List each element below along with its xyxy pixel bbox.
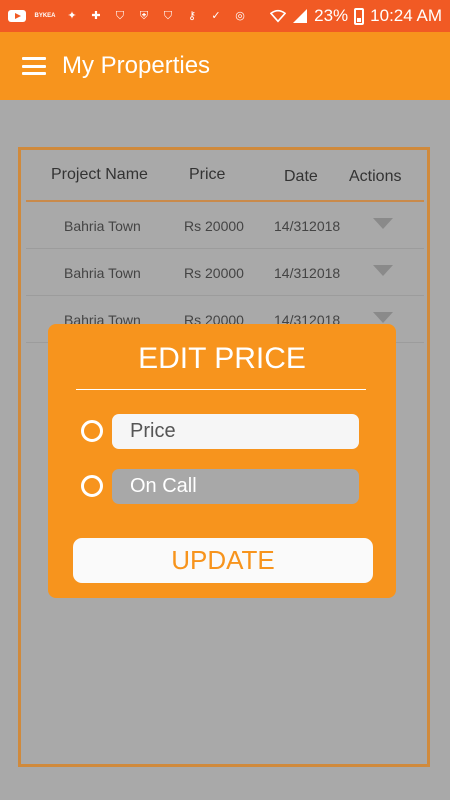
check-icon: ✓ [211, 9, 221, 22]
cell-date: 14/312018 [274, 218, 341, 234]
table-row: Bahria Town Rs 20000 14/312018 [26, 249, 424, 296]
signal-icon [292, 8, 308, 24]
row-actions-dropdown-icon[interactable] [373, 312, 393, 323]
status-bar: BYKEA ✦ ✚ ⛉ ⛨ ⛉ ⚷ ✓ ◎ 23% 10:24 AM [0, 0, 450, 32]
app-badge-icon: BYKEA [34, 13, 56, 19]
edit-price-dialog: EDIT PRICE Price On Call UPDATE [48, 324, 396, 598]
header-price: Price [189, 166, 226, 183]
cell-price: Rs 20000 [184, 218, 244, 234]
header-date: Date [284, 168, 318, 185]
status-right: 23% 10:24 AM [270, 6, 442, 26]
header-actions: Actions [349, 168, 402, 185]
vpn-icon: ⛉ [163, 9, 173, 22]
menu-icon[interactable] [22, 57, 46, 75]
shield-icon: ⛨ [139, 9, 149, 22]
cell-project: Bahria Town [64, 218, 141, 234]
youtube-icon [8, 10, 26, 22]
clock: 10:24 AM [370, 6, 442, 25]
vpn-icon: ⛉ [115, 9, 125, 22]
properties-table: Project Name Price Date Actions Bahria T… [26, 150, 424, 343]
row-actions-dropdown-icon[interactable] [373, 218, 393, 229]
on-call-field[interactable]: On Call [112, 469, 359, 504]
fox-icon: ✦ [67, 9, 77, 22]
row-actions-dropdown-icon[interactable] [373, 265, 393, 276]
cell-price: Rs 20000 [184, 265, 244, 281]
update-button[interactable]: UPDATE [73, 538, 373, 583]
chrome-icon: ◎ [235, 9, 245, 22]
health-icon: ✚ [91, 9, 101, 22]
wifi-icon [270, 8, 287, 24]
price-field[interactable]: Price [112, 414, 359, 449]
cell-date: 14/312018 [274, 265, 341, 281]
on-call-radio[interactable] [81, 475, 103, 497]
key-icon: ⚷ [187, 9, 197, 22]
battery-icon [354, 7, 365, 25]
price-radio[interactable] [81, 420, 103, 442]
page-title: My Properties [62, 52, 211, 79]
table-header: Project Name Price Date Actions [26, 150, 424, 202]
notification-icons: BYKEA ✦ ✚ ⛉ ⛨ ⛉ ⚷ ✓ ◎ [8, 8, 248, 24]
header-project-name: Project Name [51, 166, 148, 183]
divider [76, 389, 366, 390]
table-row: Bahria Town Rs 20000 14/312018 [26, 202, 424, 249]
dialog-title: EDIT PRICE [138, 342, 306, 375]
battery-percent: 23% [314, 6, 349, 25]
app-bar: My Properties [0, 32, 450, 100]
cell-project: Bahria Town [64, 265, 141, 281]
